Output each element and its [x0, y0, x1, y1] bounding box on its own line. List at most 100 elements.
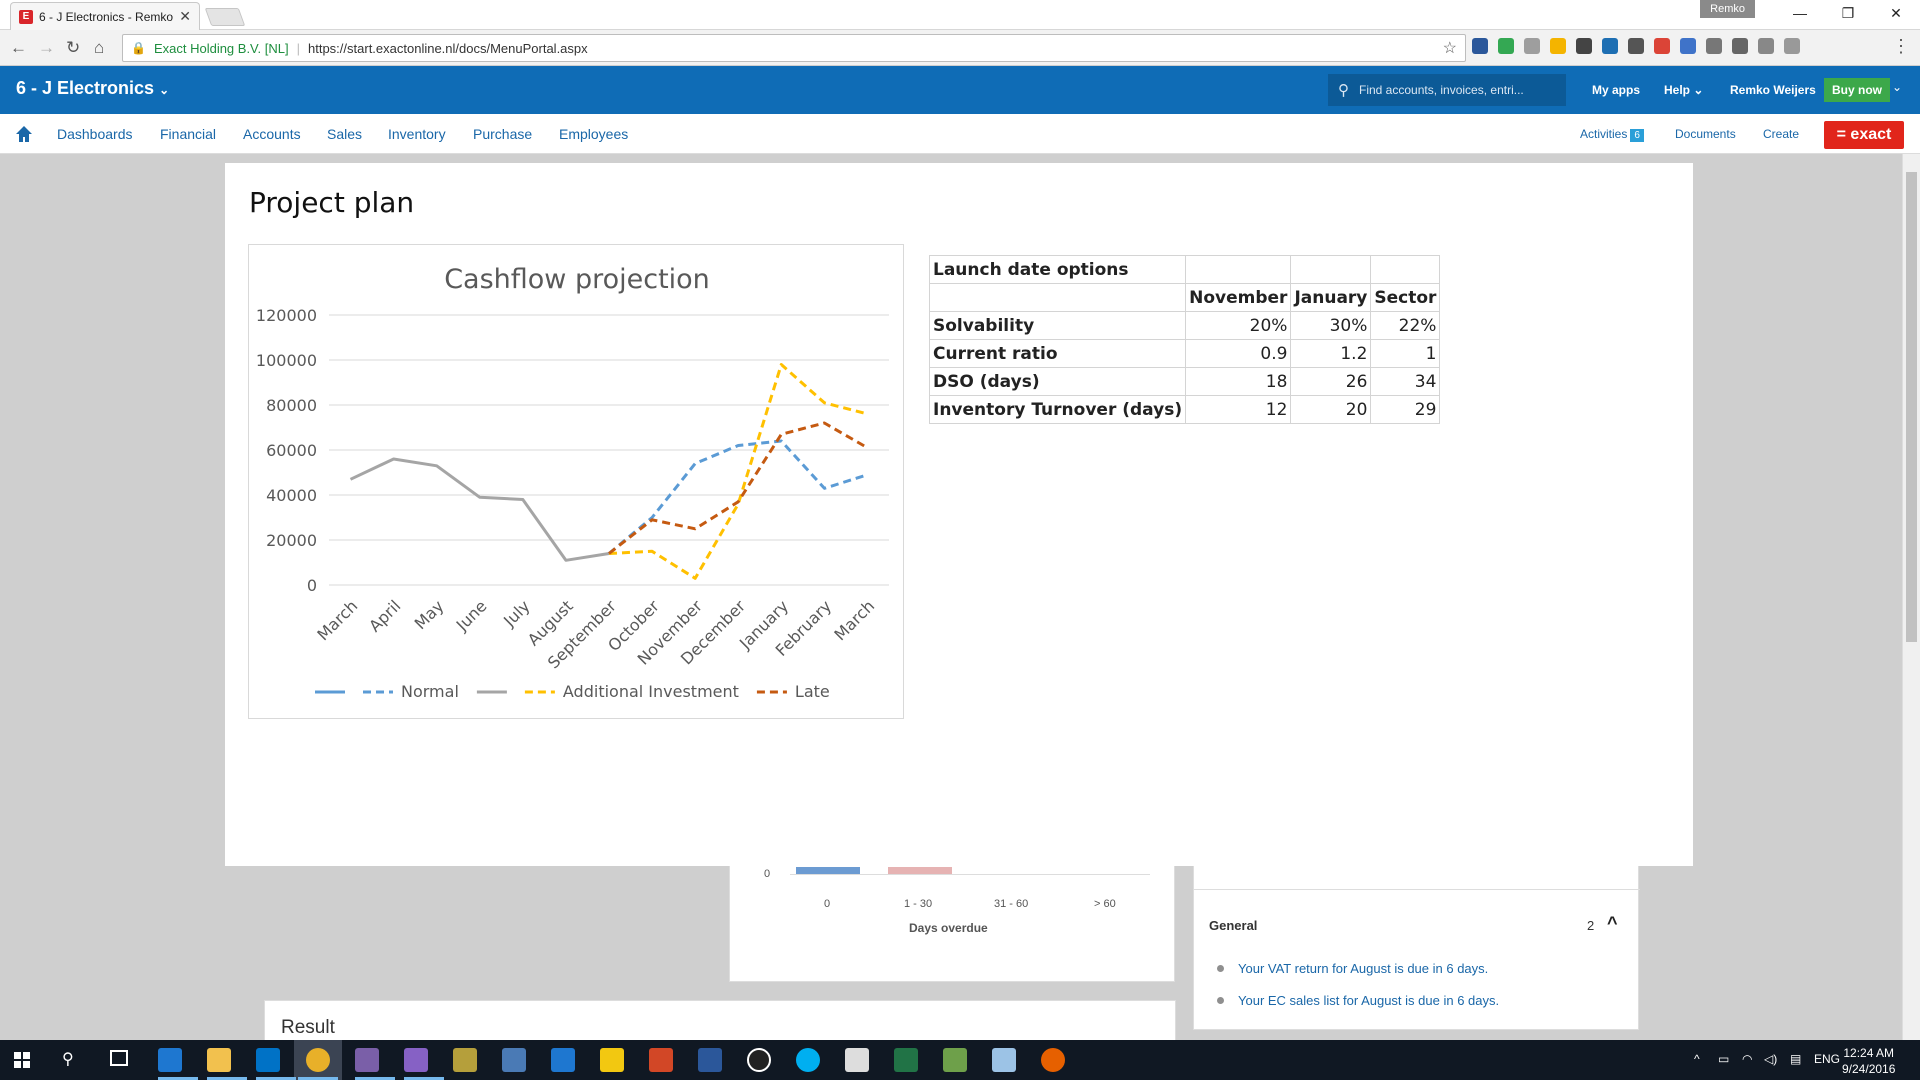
browser-menu-icon[interactable]: ⋮ — [1892, 36, 1910, 57]
general-item[interactable]: Your VAT return for August is due in 6 d… — [1217, 961, 1488, 976]
user-menu[interactable]: Remko Weijers — [1730, 83, 1816, 97]
chrome-icon[interactable] — [306, 1048, 330, 1072]
onenote-icon[interactable] — [355, 1048, 379, 1072]
search-icon: ⚲ — [1338, 82, 1349, 99]
extension-icon[interactable] — [1524, 38, 1540, 54]
extension-icon[interactable] — [1706, 38, 1722, 54]
volume-icon[interactable]: ◁) — [1764, 1052, 1777, 1066]
outlook-icon[interactable] — [256, 1048, 280, 1072]
menu-financial[interactable]: Financial — [160, 126, 216, 142]
extension-icon[interactable] — [1628, 38, 1644, 54]
legend-label: Normal — [401, 682, 459, 701]
system-clock[interactable]: 12:24 AM 9/24/2016 — [1842, 1045, 1895, 1077]
close-window-icon[interactable]: ✕ — [1872, 0, 1920, 26]
legend-label: Late — [795, 682, 830, 701]
table-cell: 20 — [1290, 395, 1372, 424]
edge-icon[interactable] — [158, 1048, 182, 1072]
aging-axis-zero: 0 — [764, 868, 771, 880]
help-menu[interactable]: Help ⌄ — [1664, 83, 1703, 97]
windows-start-icon[interactable] — [14, 1052, 30, 1068]
extension-icon[interactable] — [1654, 38, 1670, 54]
tools-icon[interactable] — [453, 1048, 477, 1072]
home-browser-icon[interactable]: ⌂ — [94, 38, 104, 58]
general-item-text: Your VAT return for August is due in 6 d… — [1238, 961, 1489, 976]
table-cell: 18 — [1185, 367, 1292, 396]
extension-icon[interactable] — [1472, 38, 1488, 54]
menu-inventory[interactable]: Inventory — [388, 126, 446, 142]
bookmark-star-icon[interactable]: ☆ — [1443, 38, 1457, 58]
x-tick-label: March — [830, 596, 878, 644]
slack-icon[interactable] — [747, 1048, 771, 1072]
extension-icon[interactable] — [1680, 38, 1696, 54]
page-scrollbar[interactable] — [1902, 154, 1920, 1040]
scrollbar-thumb[interactable] — [1906, 172, 1917, 642]
extension-icon[interactable] — [1732, 38, 1748, 54]
my-apps-link[interactable]: My apps — [1592, 83, 1640, 97]
minimize-icon[interactable]: — — [1776, 0, 1824, 26]
company-selector[interactable]: 6 - J Electronics ⌄ — [16, 78, 169, 99]
extension-icon[interactable] — [1758, 38, 1774, 54]
home-icon[interactable] — [14, 124, 34, 144]
search-input[interactable]: ⚲ Find accounts, invoices, entri... — [1328, 74, 1566, 106]
app-icon[interactable] — [502, 1048, 526, 1072]
browser-tab[interactable]: E 6 - J Electronics - Remko ✕ — [10, 2, 200, 30]
tray-chevron-up-icon[interactable]: ^ — [1694, 1052, 1700, 1066]
forward-icon[interactable]: → — [38, 38, 55, 58]
word-icon[interactable] — [698, 1048, 722, 1072]
aging-xlabel: Days overdue — [909, 921, 988, 935]
activities-label: Activities — [1580, 127, 1628, 141]
menu-dashboards[interactable]: Dashboards — [57, 126, 133, 142]
battery-icon[interactable]: ▭ — [1718, 1052, 1729, 1066]
extension-icon[interactable] — [1784, 38, 1800, 54]
extension-icon[interactable] — [1576, 38, 1592, 54]
extension-icon[interactable] — [1602, 38, 1618, 54]
back-icon[interactable]: ← — [10, 38, 27, 58]
app-header: 6 - J Electronics ⌄ ⚲ Find accounts, inv… — [0, 66, 1920, 114]
search-placeholder: Find accounts, invoices, entri... — [1359, 83, 1524, 97]
x-tick-label: March — [313, 596, 361, 644]
drive-icon[interactable] — [1498, 38, 1514, 54]
table-cell: 29 — [1370, 395, 1441, 424]
chevron-up-icon[interactable]: ^ — [1607, 913, 1618, 934]
chevron-down-icon[interactable]: ⌄ — [1892, 80, 1902, 94]
app-icon[interactable] — [992, 1048, 1016, 1072]
close-tab-icon[interactable]: ✕ — [179, 8, 191, 25]
extension-icon[interactable] — [1550, 38, 1566, 54]
internet-explorer-icon[interactable] — [551, 1048, 575, 1072]
table-header-row: November January Sector — [928, 283, 1441, 312]
reload-icon[interactable]: ↻ — [66, 38, 80, 58]
url-field[interactable]: 🔒 Exact Holding B.V. [NL] | https://star… — [122, 34, 1466, 62]
menu-accounts[interactable]: Accounts — [243, 126, 301, 142]
photos-icon[interactable] — [845, 1048, 869, 1072]
create-link[interactable]: Create — [1763, 127, 1799, 141]
app-icon[interactable] — [943, 1048, 967, 1072]
menu-purchase[interactable]: Purchase — [473, 126, 532, 142]
wifi-icon[interactable]: ◠ — [1742, 1052, 1752, 1066]
menu-employees[interactable]: Employees — [559, 126, 628, 142]
project-plan-panel: Project plan Cashflow projection 0 20000 40… — [225, 163, 1693, 866]
buy-now-button[interactable]: Buy now — [1824, 78, 1890, 102]
power-bi-icon[interactable] — [600, 1048, 624, 1072]
cashflow-chart-svg: Cashflow projection 0 20000 40000 60000 80000… — [256, 264, 889, 701]
excel-icon[interactable] — [894, 1048, 918, 1072]
table-cell — [1185, 255, 1292, 284]
firefox-icon[interactable] — [1041, 1048, 1065, 1072]
restore-icon[interactable]: ❐ — [1824, 0, 1872, 26]
task-view-icon[interactable] — [110, 1050, 128, 1066]
profile-button[interactable]: Remko — [1700, 0, 1755, 18]
y-tick-label: 60000 — [266, 441, 317, 460]
documents-link[interactable]: Documents — [1675, 127, 1736, 141]
skype-icon[interactable] — [796, 1048, 820, 1072]
language-indicator[interactable]: ENG — [1814, 1052, 1840, 1066]
search-icon[interactable]: ⚲ — [62, 1049, 74, 1069]
new-tab-button[interactable] — [204, 8, 246, 26]
notifications-icon[interactable]: ▤ — [1790, 1052, 1801, 1066]
launch-date-table: Launch date options November January Sec… — [928, 255, 1441, 424]
file-explorer-icon[interactable] — [207, 1048, 231, 1072]
visual-studio-icon[interactable] — [404, 1048, 428, 1072]
menu-sales[interactable]: Sales — [327, 126, 362, 142]
activities-link[interactable]: Activities 6 — [1580, 127, 1644, 142]
general-item[interactable]: Your EC sales list for August is due in … — [1217, 993, 1499, 1008]
aging-category: > 60 — [1094, 898, 1116, 910]
powerpoint-icon[interactable] — [649, 1048, 673, 1072]
